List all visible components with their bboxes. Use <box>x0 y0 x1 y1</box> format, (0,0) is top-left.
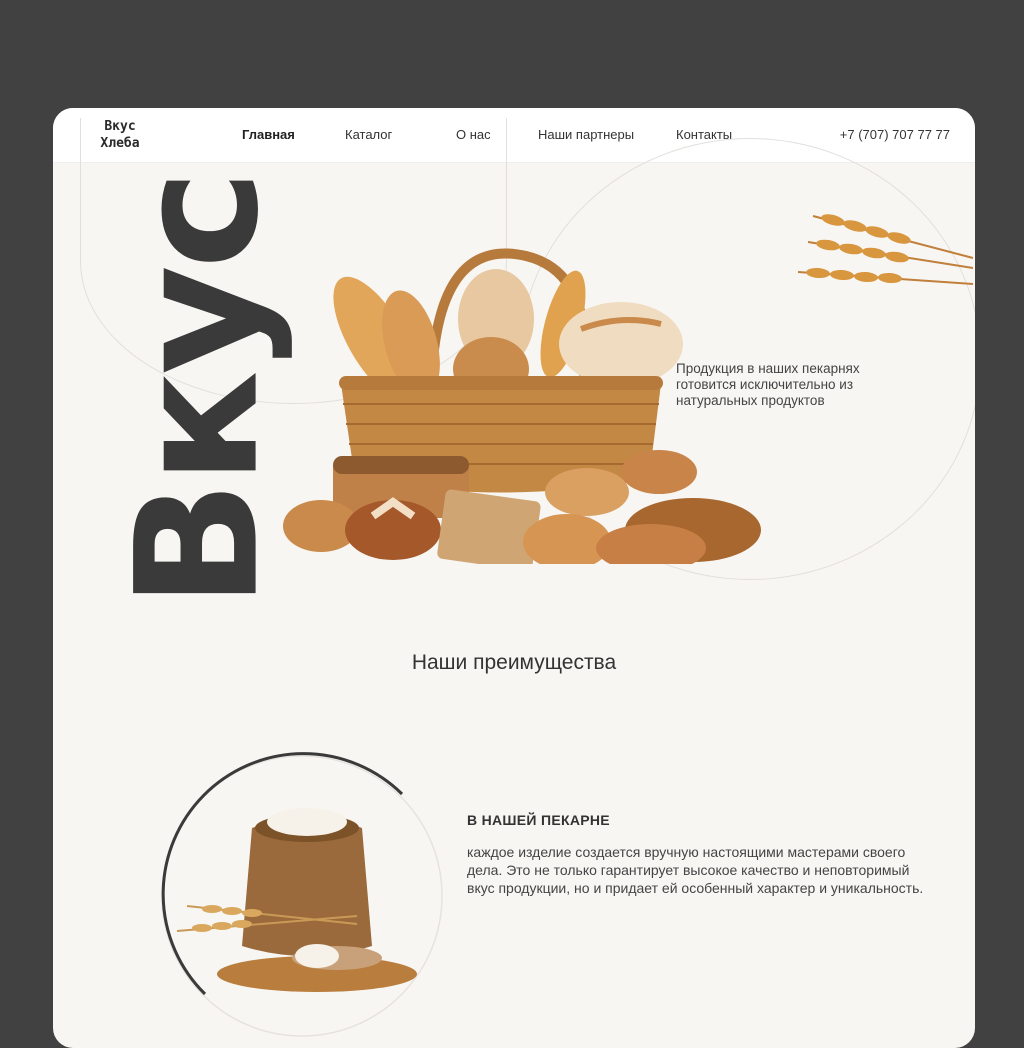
hero-big-word-text: Вкус <box>100 172 297 609</box>
advantage-image-frame <box>157 746 447 1046</box>
phone-number[interactable]: +7 (707) 707 77 77 <box>840 127 950 142</box>
advantage-text: каждое изделие создается вручную настоящ… <box>467 844 924 896</box>
advantage-title: В НАШЕЙ ПЕКАРНЕ <box>467 812 610 828</box>
flour-sack-image <box>161 752 443 1037</box>
nav-item-partners[interactable]: Наши партнеры <box>538 127 634 142</box>
section-title: Наши преимущества <box>411 651 617 674</box>
wheat-ears-image <box>797 214 974 285</box>
hero-big-word: Вкус <box>100 173 296 608</box>
page-card: Вкус Хлеба Главная Каталог О нас Наши па… <box>53 108 975 1048</box>
hero-description: Продукция в наших пекарнях готовится иск… <box>676 361 860 408</box>
